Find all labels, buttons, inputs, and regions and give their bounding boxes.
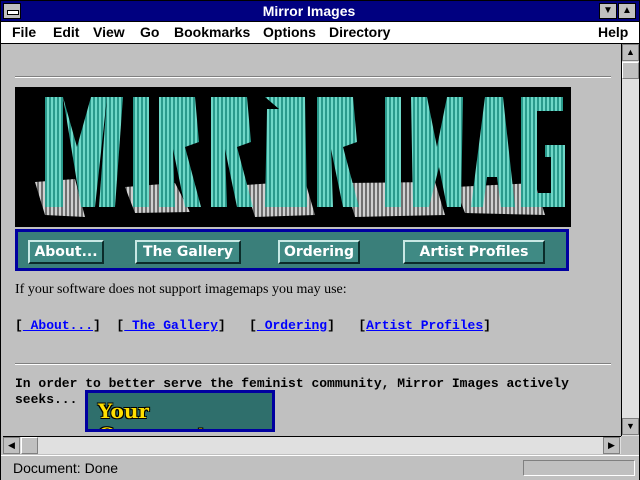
seek-text-line2: seeks... xyxy=(15,392,78,407)
status-text: Document: Done xyxy=(13,460,119,476)
title-bar: Mirror Images ▼ ▲ xyxy=(1,1,639,22)
horizontal-scrollbar[interactable]: ◀ ▶ xyxy=(3,436,621,454)
system-menu-icon[interactable] xyxy=(3,3,21,19)
window-title: Mirror Images xyxy=(262,3,356,19)
bracket: [ xyxy=(15,318,23,333)
link-artist-profiles[interactable]: Artist Profiles xyxy=(366,318,483,333)
seek-text-line1: In order to better serve the feminist co… xyxy=(15,376,569,391)
text-links-row: [ About...] [ The Gallery] [ Ordering] [… xyxy=(15,318,491,333)
imagemap-artist-profiles-button[interactable]: Artist Profiles xyxy=(403,240,545,264)
status-bar: Document: Done xyxy=(1,455,639,480)
horizontal-scroll-thumb[interactable] xyxy=(21,437,38,454)
your-comments-link-image[interactable]: Your Comments xyxy=(85,390,275,432)
menu-directory[interactable]: Directory xyxy=(329,24,390,40)
link-ordering[interactable]: Ordering xyxy=(257,318,327,333)
bracket: ] [ xyxy=(93,318,125,333)
your-comments-image-text: Your Comments xyxy=(98,399,217,429)
link-about[interactable]: About... xyxy=(23,318,93,333)
imagemap-ordering-button[interactable]: Ordering xyxy=(278,240,360,264)
menu-bar: File Edit View Go Bookmarks Options Dire… xyxy=(1,22,639,44)
link-gallery[interactable]: The Gallery xyxy=(124,318,218,333)
menu-view[interactable]: View xyxy=(93,24,125,40)
menu-file[interactable]: File xyxy=(12,24,36,40)
imagemap-note: If your software does not support imagem… xyxy=(15,282,347,297)
divider-middle xyxy=(15,363,611,365)
bracket: ] [ xyxy=(217,318,257,333)
bracket: ] xyxy=(483,318,491,333)
browser-window: Mirror Images ▼ ▲ File Edit View Go Book… xyxy=(0,0,640,480)
imagemap-gallery-button[interactable]: The Gallery xyxy=(135,240,241,264)
scroll-left-icon[interactable]: ◀ xyxy=(3,437,20,454)
vertical-scroll-thumb[interactable] xyxy=(622,62,639,79)
menu-edit[interactable]: Edit xyxy=(53,24,79,40)
minimize-icon[interactable]: ▼ xyxy=(599,3,617,19)
imagemap-about-button[interactable]: About... xyxy=(28,240,104,264)
menu-go[interactable]: Go xyxy=(140,24,159,40)
scroll-right-icon[interactable]: ▶ xyxy=(603,437,620,454)
page-content: About... The Gallery Ordering Artist Pro… xyxy=(3,44,621,436)
progress-indicator xyxy=(523,460,635,476)
banner-logo-image xyxy=(35,97,565,217)
divider-top xyxy=(15,76,611,78)
maximize-icon[interactable]: ▲ xyxy=(618,3,636,19)
imagemap-navigation: About... The Gallery Ordering Artist Pro… xyxy=(15,229,569,271)
bracket: ] [ xyxy=(327,318,367,333)
mirror-images-banner xyxy=(15,87,571,227)
scroll-up-icon[interactable]: ▲ xyxy=(622,44,639,61)
menu-bookmarks[interactable]: Bookmarks xyxy=(174,24,250,40)
scroll-down-icon[interactable]: ▼ xyxy=(622,418,639,435)
vertical-scrollbar[interactable]: ▲ ▼ xyxy=(621,44,639,436)
menu-help[interactable]: Help xyxy=(598,24,628,40)
menu-options[interactable]: Options xyxy=(263,24,316,40)
